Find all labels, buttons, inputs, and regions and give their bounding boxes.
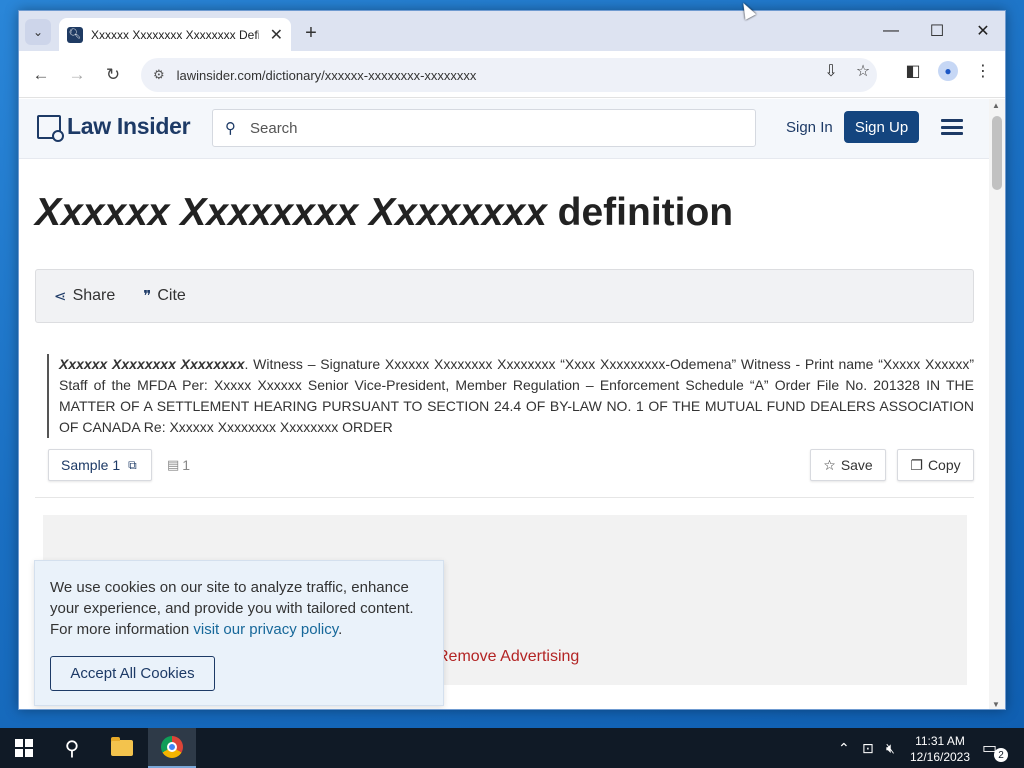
share-icon: ⋖ — [54, 288, 67, 305]
remove-advertising-link[interactable]: Remove Advertising — [437, 648, 579, 666]
law-insider-logo[interactable]: Law Insider — [37, 113, 191, 142]
side-panel-icon[interactable]: ◧ — [901, 59, 925, 83]
search-input[interactable] — [250, 119, 730, 137]
clock-time: 11:31 AM — [915, 734, 965, 748]
new-tab-button[interactable]: + — [299, 21, 323, 45]
profile-avatar[interactable]: ● — [936, 59, 960, 83]
url-text[interactable]: lawinsider.com/dictionary/xxxxxx-xxxxxxx… — [177, 68, 477, 83]
accept-all-cookies-button[interactable]: Accept All Cookies — [50, 656, 215, 691]
close-window-button[interactable]: ✕ — [961, 19, 1005, 43]
chrome-icon — [161, 736, 183, 758]
install-app-icon[interactable]: ⇩ — [819, 59, 843, 83]
document-count-value: 1 — [182, 457, 191, 473]
chrome-taskbar-icon[interactable] — [148, 728, 196, 768]
definition-block: Xxxxxx Xxxxxxxx Xxxxxxxx. Witness – Sign… — [47, 354, 974, 438]
star-icon: ☆ — [823, 456, 836, 473]
tab-active[interactable]: 🔍︎ Xxxxxx Xxxxxxxx Xxxxxxxx Defin ✕ — [59, 18, 291, 51]
windows-logo-icon — [15, 739, 33, 757]
page-scrollbar[interactable]: ▲ ▼ — [989, 99, 1005, 709]
tab-search-button[interactable]: ⌄ — [25, 19, 51, 45]
quote-icon: ❞ — [143, 288, 152, 305]
logo-text: Law Insider — [67, 113, 191, 139]
definition-term: Xxxxxx Xxxxxxxx Xxxxxxxx — [59, 356, 245, 372]
share-button[interactable]: ⋖ Share — [54, 287, 115, 305]
favicon-search-icon: 🔍︎ — [67, 26, 83, 43]
save-label: Save — [840, 457, 873, 473]
tab-strip: ⌄ 🔍︎ Xxxxxx Xxxxxxxx Xxxxxxxx Defin ✕ + … — [19, 11, 1005, 51]
document-icon: ▤ — [167, 457, 180, 472]
bookmark-star-icon[interactable]: ☆ — [851, 59, 875, 83]
forward-arrow-icon[interactable]: → — [65, 63, 89, 87]
network-icon[interactable]: ⊡ — [862, 728, 874, 768]
start-button[interactable] — [0, 728, 48, 768]
cookie-banner: We use cookies on our site to analyze tr… — [34, 560, 444, 706]
copy-icon: ❐ — [910, 456, 923, 473]
external-link-icon: ⧉ — [128, 457, 137, 472]
document-count: ▤ 1 — [167, 457, 190, 473]
taskbar-search-icon[interactable]: ⚲ — [48, 728, 96, 768]
site-header: Law Insider ⚲ Sign In Sign Up — [19, 99, 991, 159]
scroll-up-icon[interactable]: ▲ — [992, 101, 1000, 110]
search-box[interactable]: ⚲ — [212, 109, 756, 147]
cookie-period: . — [338, 621, 343, 638]
tray-chevron-icon[interactable]: ⌃ — [838, 728, 850, 768]
sign-in-link[interactable]: Sign In — [786, 119, 833, 136]
sample-1-button[interactable]: Sample 1 ⧉ — [48, 449, 152, 481]
person-icon: ● — [938, 61, 958, 81]
privacy-policy-link[interactable]: visit our privacy policy — [193, 621, 338, 638]
maximize-button[interactable]: ☐ — [915, 19, 959, 43]
notification-center-icon[interactable]: ▭ 2 — [982, 738, 1008, 762]
scroll-down-icon[interactable]: ▼ — [992, 700, 1000, 709]
notification-count: 2 — [994, 748, 1008, 762]
definition-text: Xxxxxx Xxxxxxxx Xxxxxxxx. Witness – Sign… — [47, 354, 974, 438]
menu-kebab-icon[interactable]: ⋮ — [971, 59, 995, 83]
address-bar[interactable]: ⚙ lawinsider.com/dictionary/xxxxxx-xxxxx… — [141, 58, 877, 92]
hamburger-menu-icon[interactable] — [941, 119, 963, 135]
folder-icon — [111, 737, 133, 756]
copy-label: Copy — [927, 457, 961, 473]
browser-toolbar: ← → ↻ ⚙ lawinsider.com/dictionary/xxxxxx… — [19, 51, 1005, 98]
save-button[interactable]: ☆ Save — [810, 449, 886, 481]
page-viewport: Law Insider ⚲ Sign In Sign Up Xxxxxx Xxx… — [19, 99, 991, 709]
logo-magnifier-icon — [37, 114, 64, 142]
page-title: Xxxxxx Xxxxxxxx Xxxxxxxx definition — [35, 191, 733, 235]
chevron-down-icon: ⌄ — [32, 25, 44, 39]
close-tab-icon[interactable]: ✕ — [270, 25, 283, 45]
minimize-button[interactable]: — — [869, 19, 913, 43]
tab-title: Xxxxxx Xxxxxxxx Xxxxxxxx Defin — [91, 27, 259, 42]
cite-button[interactable]: ❞ Cite — [143, 287, 186, 305]
clock-date: 12/16/2023 — [909, 750, 971, 764]
search-icon: ⚲ — [225, 120, 236, 137]
action-bar: ⋖ Share ❞ Cite — [35, 269, 974, 323]
copy-button[interactable]: ❐ Copy — [897, 449, 974, 481]
back-arrow-icon[interactable]: ← — [29, 63, 53, 87]
cite-label: Cite — [157, 287, 186, 304]
page-title-suffix: definition — [546, 191, 734, 234]
windows-taskbar: ⚲ ⌃ ⊡ 🔇︎ 11:31 AM 12/16/2023 ▭ 2 — [0, 728, 1024, 768]
cookie-message: We use cookies on our site to analyze tr… — [50, 577, 428, 640]
volume-muted-icon[interactable]: 🔇︎ — [886, 728, 895, 768]
reload-icon[interactable]: ↻ — [101, 63, 125, 87]
sign-up-button[interactable]: Sign Up — [844, 111, 919, 143]
share-label: Share — [72, 287, 116, 304]
site-info-icon[interactable]: ⚙ — [153, 67, 165, 83]
sample-label: Sample 1 — [61, 457, 121, 473]
page-title-term: Xxxxxx Xxxxxxxx Xxxxxxxx — [35, 191, 547, 234]
file-explorer-icon[interactable] — [98, 728, 146, 768]
divider — [35, 497, 974, 498]
browser-window: ⌄ 🔍︎ Xxxxxx Xxxxxxxx Xxxxxxxx Defin ✕ + … — [18, 10, 1006, 710]
system-clock[interactable]: 11:31 AM 12/16/2023 — [906, 733, 974, 765]
scrollbar-thumb[interactable] — [992, 116, 1002, 190]
